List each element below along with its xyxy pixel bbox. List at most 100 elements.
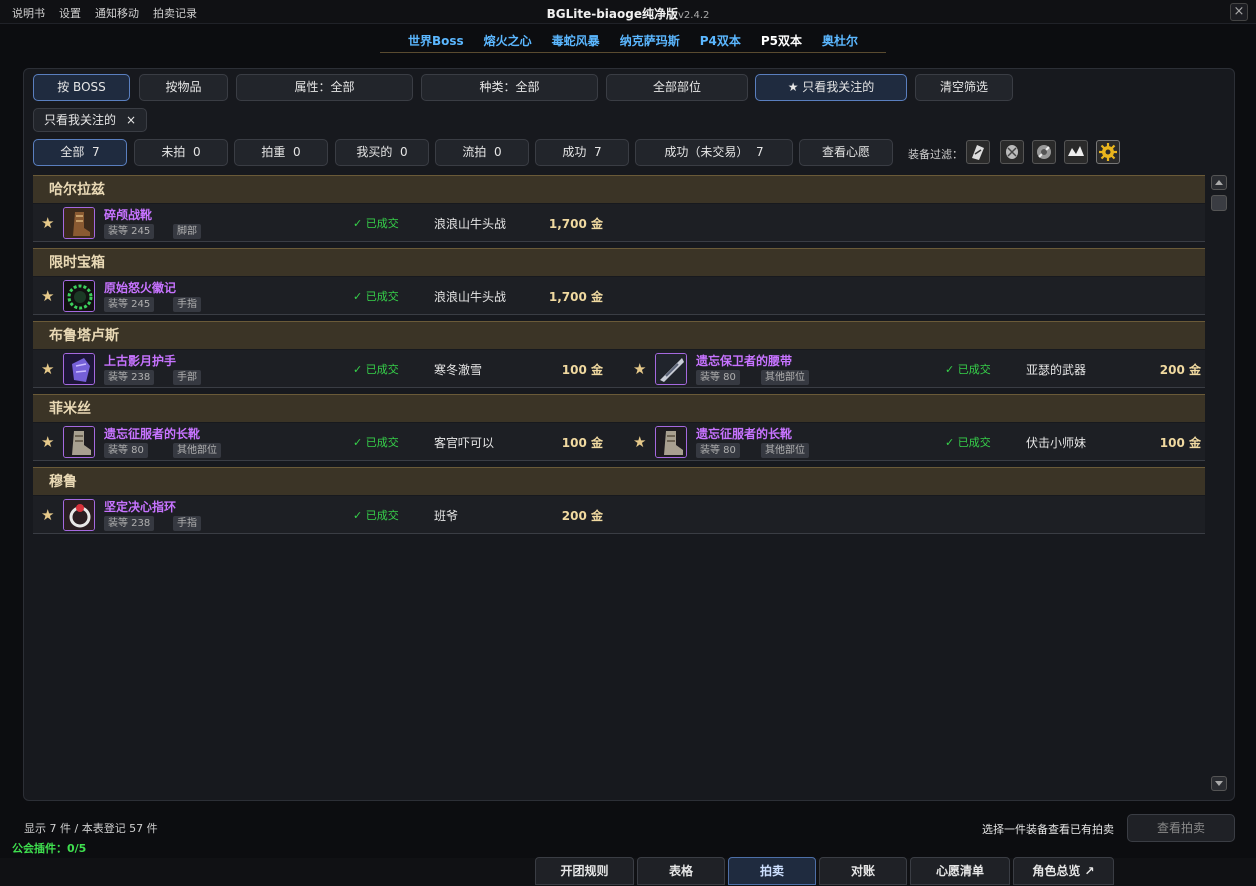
item-name[interactable]: 坚定决心指环 <box>104 498 176 515</box>
boots-icon <box>63 426 95 458</box>
status-text: 已成交 <box>365 217 399 230</box>
plate-filter-icon[interactable] <box>1064 140 1088 164</box>
watched-only-button[interactable]: ★ 只看我关注的 <box>755 74 907 101</box>
star-icon[interactable]: ★ <box>41 287 54 305</box>
price-label: 100 金 <box>1159 436 1201 450</box>
filter-by-boss-button[interactable]: 按 BOSS <box>33 74 130 101</box>
auction-item[interactable]: ★ 坚定决心指环 装等 238 手指 ✓ 已成交 班爷 200 金 <box>33 496 619 534</box>
price-label: 100 金 <box>561 363 603 377</box>
buyer-name: 伏击小师妹 <box>1026 436 1087 450</box>
status-tab-label: 我买的 <box>356 145 393 159</box>
buyer-name: 浪浪山牛头战 <box>434 217 507 231</box>
selection-hint: 选择一件装备查看已有拍卖 <box>982 823 1114 836</box>
star-icon[interactable]: ★ <box>633 360 646 378</box>
price-label: 200 金 <box>561 509 603 523</box>
table-row: ★ 坚定决心指环 装等 238 手指 ✓ 已成交 班爷 200 金 <box>33 496 1205 534</box>
item-slot-badge: 手部 <box>173 370 201 385</box>
scroll-down-button[interactable] <box>1211 776 1227 791</box>
status-text: 已成交 <box>365 363 399 376</box>
item-slot-badge: 其他部位 <box>761 443 809 458</box>
raid-tab-serpent[interactable]: 毒蛇风暴 <box>552 32 600 49</box>
slot-dropdown[interactable]: 全部部位 <box>606 74 748 101</box>
status-text: 已成交 <box>365 290 399 303</box>
raid-tab-naxx[interactable]: 纳克萨玛斯 <box>620 32 680 49</box>
auction-item[interactable]: ★ 遗忘征服者的长靴 装等 80 其他部位 ✓ 已成交 伏击小师妹 100 金 <box>625 423 1211 461</box>
boss-group-header: 菲米丝 <box>33 394 1205 422</box>
price-label: 200 金 <box>1159 363 1201 377</box>
star-icon[interactable]: ★ <box>41 214 54 232</box>
wishlist-button[interactable]: 查看心愿 <box>799 139 893 166</box>
raid-tab-p5[interactable]: P5双本 <box>761 32 802 49</box>
auction-item[interactable]: ★ 遗忘保卫者的腰带 装等 80 其他部位 ✓ 已成交 亚瑟的武器 200 金 <box>625 350 1211 388</box>
clear-filters-button[interactable]: 清空筛选 <box>915 74 1013 101</box>
status-tab-mine[interactable]: 我买的 0 <box>335 139 429 166</box>
item-name[interactable]: 碎颅战靴 <box>104 206 152 223</box>
status-label: ✓ 已成交 <box>353 217 399 230</box>
star-icon[interactable]: ★ <box>41 506 54 524</box>
item-level-badge: 装等 245 <box>104 297 155 312</box>
kind-dropdown[interactable]: 种类：全部 <box>421 74 598 101</box>
status-label: ✓ 已成交 <box>353 436 399 449</box>
cloth-filter-icon[interactable] <box>966 140 990 164</box>
status-tab-all[interactable]: 全部 7 <box>33 139 127 166</box>
belt-icon <box>655 353 687 385</box>
mail-filter-icon[interactable] <box>1032 140 1056 164</box>
price-label: 100 金 <box>561 436 603 450</box>
auction-item[interactable]: ★ 原始怒火徽记 装等 245 手指 ✓ 已成交 浪浪山牛头战 1,700 金 <box>33 277 619 315</box>
scroll-up-button[interactable] <box>1211 175 1227 190</box>
status-tab-unbid[interactable]: 未拍 0 <box>134 139 228 166</box>
star-icon[interactable]: ★ <box>633 433 646 451</box>
boss-group-header: 穆鲁 <box>33 467 1205 495</box>
raid-tab-molten-core[interactable]: 熔火之心 <box>484 32 532 49</box>
item-name[interactable]: 原始怒火徽记 <box>104 279 176 296</box>
raid-tab-p4[interactable]: P4双本 <box>700 32 741 49</box>
auction-item[interactable]: ★ 遗忘征服者的长靴 装等 80 其他部位 ✓ 已成交 客官吓可以 100 金 <box>33 423 619 461</box>
status-tab-passed[interactable]: 流拍 0 <box>435 139 529 166</box>
view-auction-button[interactable]: 查看拍卖 <box>1127 814 1235 842</box>
item-name[interactable]: 遗忘征服者的长靴 <box>104 425 200 442</box>
tab-rules[interactable]: 开团规则 <box>535 857 634 885</box>
remove-filter-icon[interactable]: × <box>126 109 136 131</box>
item-level-badge: 装等 238 <box>104 516 155 531</box>
close-button[interactable]: × <box>1230 3 1248 21</box>
guild-plugin-status: 公会插件：0/5 <box>12 842 87 855</box>
table-row: ★ 碎颅战靴 装等 245 脚部 ✓ 已成交 浪浪山牛头战 1,700 金 <box>33 204 1205 242</box>
price-label: 1,700 金 <box>548 290 603 304</box>
active-filter-tag: 只看我关注的 × <box>33 108 148 132</box>
tab-table[interactable]: 表格 <box>637 857 725 885</box>
tab-auction[interactable]: 拍卖 <box>728 857 816 885</box>
gear-icon[interactable] <box>1096 140 1120 164</box>
status-label: ✓ 已成交 <box>945 436 991 449</box>
auction-item[interactable]: ★ 碎颅战靴 装等 245 脚部 ✓ 已成交 浪浪山牛头战 1,700 金 <box>33 204 619 242</box>
boots-icon <box>655 426 687 458</box>
status-label: ✓ 已成交 <box>353 290 399 303</box>
status-tab-success[interactable]: 成功 7 <box>535 139 629 166</box>
raid-tab-world-boss[interactable]: 世界Boss <box>408 32 464 49</box>
status-tab-success-untraded[interactable]: 成功（未交易） 7 <box>635 139 793 166</box>
attribute-dropdown[interactable]: 属性：全部 <box>236 74 413 101</box>
status-text: 已成交 <box>365 509 399 522</box>
item-name[interactable]: 遗忘保卫者的腰带 <box>696 352 792 369</box>
item-name[interactable]: 上古影月护手 <box>104 352 176 369</box>
raid-tab-ulduar[interactable]: 奥杜尔 <box>822 32 858 49</box>
item-name[interactable]: 遗忘征服者的长靴 <box>696 425 792 442</box>
status-tab-duplicate[interactable]: 拍重 0 <box>234 139 328 166</box>
active-filter-label: 只看我关注的 <box>44 113 117 127</box>
scrollbar-thumb[interactable] <box>1211 195 1227 211</box>
star-icon[interactable]: ★ <box>41 360 54 378</box>
boss-group-header: 限时宝箱 <box>33 248 1205 276</box>
tab-reconcile[interactable]: 对账 <box>819 857 907 885</box>
filter-by-item-button[interactable]: 按物品 <box>139 74 228 101</box>
table-row: ★ 原始怒火徽记 装等 245 手指 ✓ 已成交 浪浪山牛头战 1,700 金 <box>33 277 1205 315</box>
star-icon[interactable]: ★ <box>41 433 54 451</box>
item-slot-badge: 其他部位 <box>761 370 809 385</box>
sigil-icon <box>63 280 95 312</box>
item-slot-badge: 手指 <box>173 516 201 531</box>
tab-wishlist[interactable]: 心愿清单 <box>910 857 1010 885</box>
item-level-badge: 装等 245 <box>104 224 155 239</box>
tab-character-overview[interactable]: 角色总览 ↗ <box>1013 857 1114 885</box>
leather-filter-icon[interactable] <box>1000 140 1024 164</box>
auction-item[interactable]: ★ 上古影月护手 装等 238 手部 ✓ 已成交 寒冬澈雪 100 金 <box>33 350 619 388</box>
status-label: ✓ 已成交 <box>945 363 991 376</box>
table-row: ★ 遗忘征服者的长靴 装等 80 其他部位 ✓ 已成交 客官吓可以 100 金 … <box>33 423 1205 461</box>
